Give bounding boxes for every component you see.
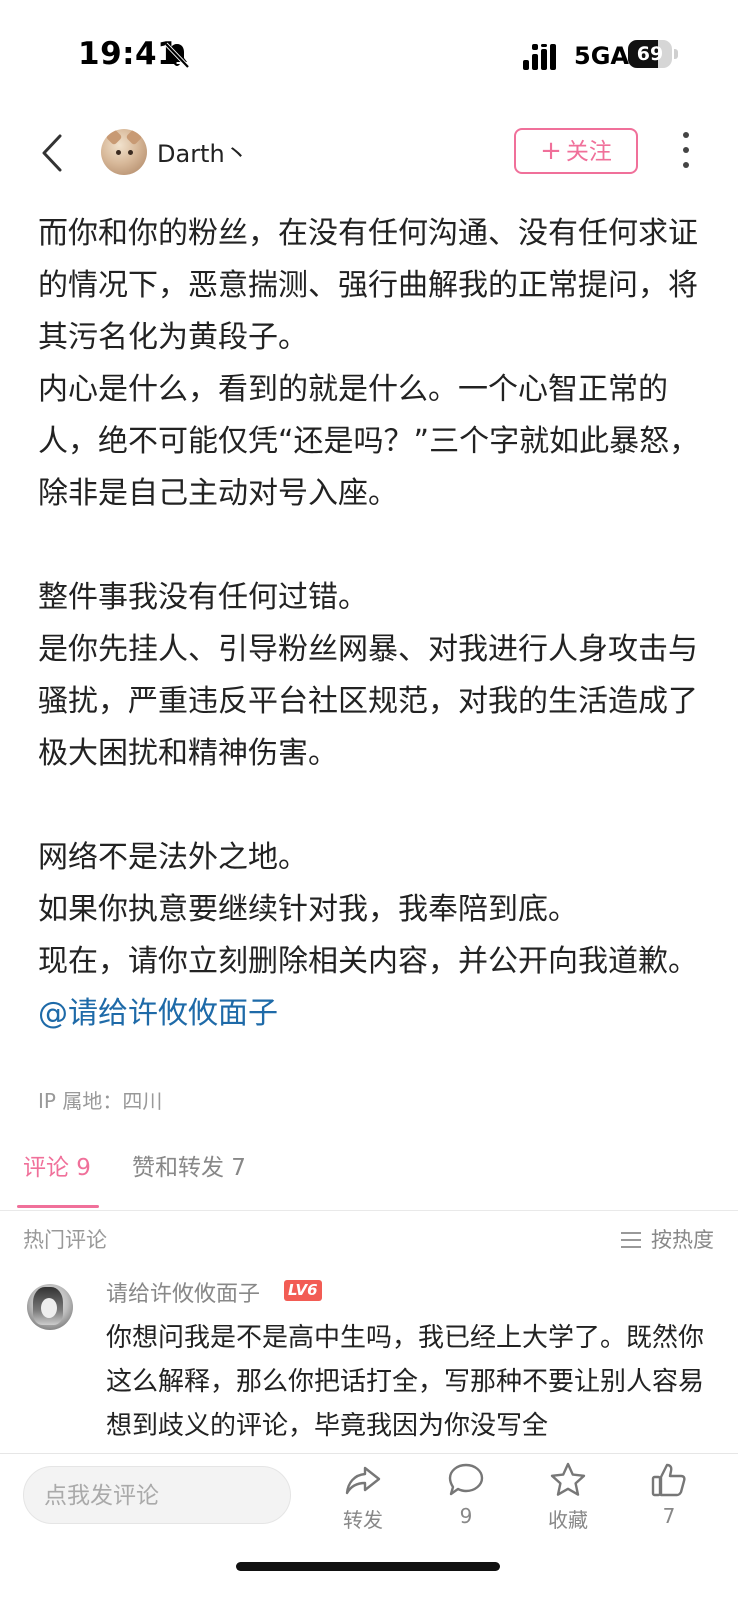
comment-count: 9: [459, 1504, 473, 1528]
comment-text[interactable]: 你想问我是不是高中生吗，我已经上大学了。既然你这么解释，那么你把话打全，写那种不…: [106, 1316, 706, 1448]
author-avatar[interactable]: [101, 129, 147, 175]
comment-button[interactable]: 9: [431, 1460, 501, 1528]
back-arrow-icon[interactable]: [38, 132, 68, 174]
battery-percent: 69: [636, 43, 664, 65]
share-button[interactable]: 转发: [328, 1460, 398, 1533]
hot-comments-title: 热门评论: [23, 1228, 107, 1252]
active-tab-indicator: [17, 1205, 99, 1208]
home-indicator[interactable]: [236, 1562, 500, 1571]
paragraph: 如果你执意要继续针对我，我奉陪到底。: [38, 892, 578, 927]
author-name[interactable]: Darth丶: [157, 134, 249, 169]
sort-button[interactable]: 按热度: [621, 1224, 714, 1254]
network-type: 5GA: [574, 42, 629, 70]
mention-link[interactable]: @请给许攸攸面子: [38, 996, 278, 1031]
paragraph: 而你和你的粉丝，在没有任何沟通、没有任何求证的情况下，恶意揣测、强行曲解我的正常…: [38, 216, 698, 355]
like-button[interactable]: 7: [634, 1460, 704, 1528]
status-bar: 19:41 5GA 69: [0, 0, 738, 108]
post-header: Darth丶 + 关注: [0, 118, 738, 188]
follow-button[interactable]: + 关注: [514, 128, 638, 174]
paragraph: 整件事我没有任何过错。: [38, 580, 368, 615]
comment-icon: [448, 1463, 484, 1496]
paragraph: 内心是什么，看到的就是什么。一个心智正常的人，绝不可能仅凭“还是吗？”三个字就如…: [38, 372, 700, 511]
sort-label: 按热度: [651, 1228, 714, 1252]
paragraph-text: 现在，请你立刻删除相关内容，并公开向我道歉。: [38, 944, 698, 979]
commenter-avatar[interactable]: [27, 1284, 73, 1330]
follow-label: 关注: [565, 139, 612, 165]
comment-item: 请给许攸攸面子 LV6 你想问我是不是高中生吗，我已经上大学了。既然你这么解释，…: [0, 1272, 738, 1452]
paragraph: 是你先挂人、引导粉丝网暴、对我进行人身攻击与骚扰，严重违反平台社区规范，对我的生…: [38, 632, 698, 771]
like-count: 7: [662, 1504, 676, 1528]
signal-icon: [523, 44, 556, 70]
more-icon[interactable]: [681, 132, 691, 172]
battery-icon: 69: [628, 40, 678, 68]
paragraph: 现在，请你立刻删除相关内容，并公开向我道歉。 @请给许攸攸面子: [38, 936, 718, 1040]
share-icon: [345, 1466, 381, 1495]
ip-location: IP 属地：四川: [38, 1089, 163, 1113]
favorite-label: 收藏: [548, 1508, 588, 1532]
favorite-button[interactable]: 收藏: [533, 1460, 603, 1533]
paragraph: 网络不是法外之地。: [38, 840, 308, 875]
bottom-action-bar: 点我发评论 转发 9 收藏 7: [0, 1453, 738, 1601]
tab-comments[interactable]: 评论 9: [23, 1148, 91, 1182]
comment-input[interactable]: 点我发评论: [23, 1466, 291, 1524]
sort-icon: [621, 1232, 641, 1248]
mute-bell-icon: [164, 42, 190, 69]
thumbs-up-icon: [651, 1463, 686, 1497]
comment-tabs: 评论 9 赞和转发 7: [0, 1128, 738, 1211]
hot-comments-header: 热门评论 按热度: [0, 1210, 738, 1270]
commenter-name[interactable]: 请给许攸攸面子: [106, 1276, 260, 1308]
post-body: 而你和你的粉丝，在没有任何沟通、没有任何求证的情况下，恶意揣测、强行曲解我的正常…: [38, 208, 718, 1040]
level-badge: LV6: [284, 1280, 322, 1301]
tab-likes-reposts[interactable]: 赞和转发 7: [132, 1148, 246, 1182]
share-label: 转发: [343, 1508, 383, 1532]
star-icon: [550, 1462, 586, 1496]
plus-icon: +: [540, 136, 562, 166]
